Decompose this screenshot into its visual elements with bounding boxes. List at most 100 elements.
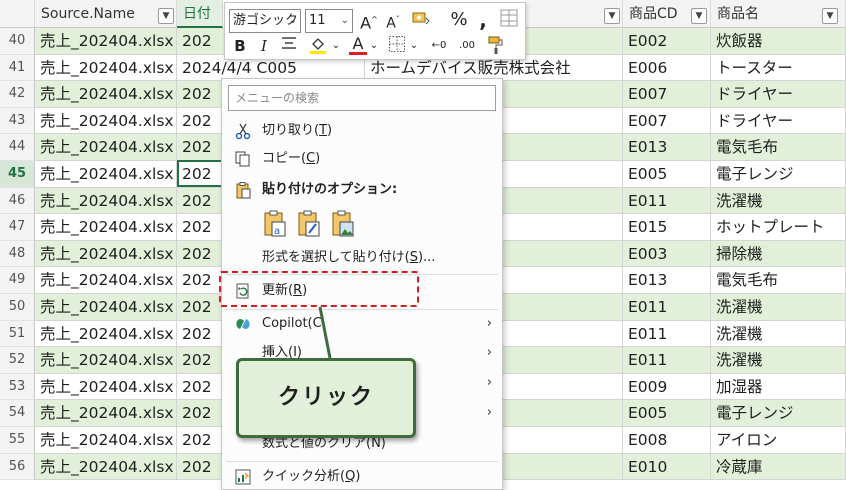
row-header[interactable]: 51: [0, 320, 35, 348]
table-cell[interactable]: 売上_202404.xlsx: [35, 400, 177, 427]
menu-item-copilot[interactable]: Copilot(C ›: [222, 310, 502, 338]
font-color-dropdown-icon[interactable]: ⌄: [369, 35, 379, 57]
table-cell[interactable]: トースター: [711, 54, 846, 81]
row-header[interactable]: 54: [0, 400, 35, 427]
table-cell[interactable]: 洗濯機: [711, 347, 846, 374]
table-cell[interactable]: E005: [623, 400, 711, 427]
row-header[interactable]: 56: [0, 453, 35, 481]
row-header[interactable]: 43: [0, 107, 35, 135]
table-cell[interactable]: E011: [623, 320, 711, 347]
accounting-format-icon[interactable]: [409, 9, 433, 31]
paste-formulas-icon[interactable]: [296, 209, 322, 239]
table-cell[interactable]: 売上_202404.xlsx: [35, 187, 177, 214]
italic-icon[interactable]: I: [255, 35, 273, 57]
borders-icon[interactable]: [387, 35, 407, 57]
font-color-icon[interactable]: A: [349, 33, 367, 55]
table-cell[interactable]: 電子レンジ: [711, 400, 846, 427]
table-cell[interactable]: 売上_202404.xlsx: [35, 81, 177, 108]
filter-dropdown-icon[interactable]: ▼: [822, 8, 838, 24]
decrease-decimal-icon[interactable]: .00: [455, 35, 479, 57]
table-cell[interactable]: ドライヤー: [711, 107, 846, 134]
row-header[interactable]: 42: [0, 81, 35, 108]
table-cell[interactable]: 売上_202404.xlsx: [35, 214, 177, 241]
table-cell[interactable]: 加湿器: [711, 373, 846, 400]
column-header-date[interactable]: 日付: [177, 0, 223, 28]
table-cell[interactable]: 売上_202404.xlsx: [35, 294, 177, 320]
table-cell[interactable]: 冷蔵庫: [711, 453, 846, 480]
table-cell[interactable]: 売上_202404.xlsx: [35, 240, 177, 267]
row-header[interactable]: 55: [0, 427, 35, 454]
table-cell[interactable]: E010: [623, 453, 711, 480]
menu-item-copy[interactable]: コピー(C): [222, 145, 502, 173]
menu-item-cut[interactable]: 切り取り(T): [222, 117, 502, 145]
table-cell[interactable]: E008: [623, 427, 711, 453]
table-cell[interactable]: 売上_202404.xlsx: [35, 54, 177, 81]
table-cell[interactable]: 洗濯機: [711, 320, 846, 347]
shrink-font-icon[interactable]: Aˇ: [383, 9, 403, 32]
table-cell[interactable]: 売上_202404.xlsx: [35, 267, 177, 294]
table-cell[interactable]: ドライヤー: [711, 81, 846, 108]
fill-color-icon[interactable]: [307, 35, 329, 57]
align-center-icon[interactable]: [279, 35, 299, 57]
paste-picture-icon[interactable]: [330, 209, 356, 239]
table-cell[interactable]: 売上_202404.xlsx: [35, 347, 177, 374]
filter-dropdown-icon[interactable]: ▼: [604, 8, 620, 24]
filter-dropdown-icon[interactable]: ▼: [691, 8, 707, 24]
table-cell[interactable]: E013: [623, 267, 711, 294]
table-cell[interactable]: E006: [623, 54, 711, 81]
table-cell[interactable]: ホットプレート: [711, 214, 846, 241]
table-cell[interactable]: 売上_202404.xlsx: [35, 427, 177, 453]
row-header[interactable]: 46: [0, 187, 35, 215]
row-header[interactable]: 52: [0, 347, 35, 374]
paste-values-icon[interactable]: a: [262, 209, 288, 239]
table-cell[interactable]: 洗濯機: [711, 294, 846, 320]
table-cell[interactable]: E005: [623, 161, 711, 187]
font-size-combo[interactable]: 11 ⌄: [305, 9, 353, 33]
row-header[interactable]: 48: [0, 240, 35, 268]
table-cell[interactable]: 洗濯機: [711, 187, 846, 214]
row-header[interactable]: 47: [0, 214, 35, 241]
table-cell[interactable]: E009: [623, 373, 711, 400]
table-cell[interactable]: 電気毛布: [711, 267, 846, 294]
table-cell[interactable]: E007: [623, 107, 711, 134]
row-header[interactable]: 44: [0, 134, 35, 161]
table-cell[interactable]: E003: [623, 240, 711, 267]
comma-style-icon[interactable]: ,: [475, 9, 491, 31]
table-cell[interactable]: アイロン: [711, 427, 846, 453]
grow-font-icon[interactable]: A^: [359, 9, 379, 32]
filter-dropdown-icon[interactable]: ▼: [158, 8, 174, 24]
table-cell[interactable]: E013: [623, 134, 711, 161]
table-cell[interactable]: 売上_202404.xlsx: [35, 28, 177, 54]
table-cell[interactable]: 売上_202404.xlsx: [35, 107, 177, 134]
format-painter-icon[interactable]: [485, 35, 507, 57]
bold-icon[interactable]: B: [231, 35, 249, 57]
table-cell[interactable]: 売上_202404.xlsx: [35, 161, 177, 187]
table-cell[interactable]: E015: [623, 214, 711, 241]
table-cell[interactable]: 売上_202404.xlsx: [35, 134, 177, 161]
select-all-corner[interactable]: [0, 0, 35, 28]
row-header[interactable]: 50: [0, 294, 35, 321]
borders-dropdown-icon[interactable]: ⌄: [409, 35, 419, 57]
menu-search-input[interactable]: メニューの検索: [228, 85, 496, 111]
percent-style-icon[interactable]: %: [449, 9, 469, 31]
table-cell[interactable]: 電子レンジ: [711, 161, 846, 187]
row-header[interactable]: 41: [0, 54, 35, 82]
table-cell[interactable]: E011: [623, 294, 711, 320]
row-header[interactable]: 45: [0, 161, 35, 188]
column-header-source-name[interactable]: Source.Name: [35, 0, 177, 28]
table-cell[interactable]: 売上_202404.xlsx: [35, 320, 177, 347]
table-cell[interactable]: E011: [623, 187, 711, 214]
table-cell[interactable]: 電気毛布: [711, 134, 846, 161]
table-cell[interactable]: 売上_202404.xlsx: [35, 453, 177, 480]
fill-color-dropdown-icon[interactable]: ⌄: [331, 35, 341, 57]
table-cell[interactable]: 掃除機: [711, 240, 846, 267]
increase-decimal-icon[interactable]: ←0: [427, 35, 451, 57]
menu-item-paste-special[interactable]: 形式を選択して貼り付け(S)...: [222, 244, 502, 272]
table-cell[interactable]: 炊飯器: [711, 28, 846, 54]
row-header[interactable]: 49: [0, 267, 35, 294]
font-name-combo[interactable]: 游ゴシック ⌄: [229, 9, 301, 33]
table-cell[interactable]: E002: [623, 28, 711, 54]
row-header[interactable]: 53: [0, 373, 35, 401]
table-cell[interactable]: E007: [623, 81, 711, 108]
table-cell[interactable]: 売上_202404.xlsx: [35, 373, 177, 400]
